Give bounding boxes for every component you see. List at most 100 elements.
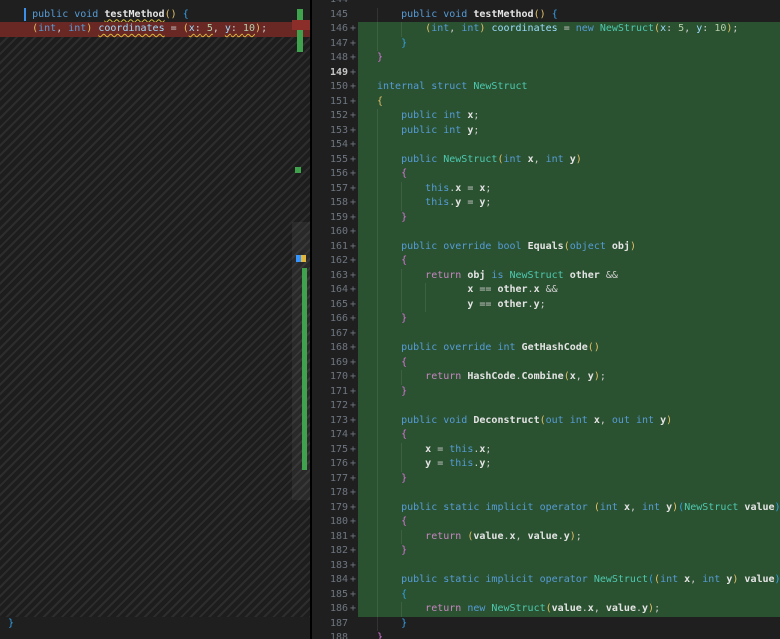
- line-number[interactable]: 165: [312, 298, 348, 313]
- line-number[interactable]: 145: [312, 8, 348, 23]
- code-line-172[interactable]: 172+: [312, 399, 780, 414]
- line-number[interactable]: 181: [312, 530, 348, 545]
- code-line-148[interactable]: 148+}: [312, 51, 780, 66]
- code-line-170[interactable]: 170+ return HashCode.Combine(x, y);: [312, 370, 780, 385]
- code-line-169[interactable]: 169+ {: [312, 356, 780, 371]
- line-number[interactable]: 159: [312, 211, 348, 226]
- line-number[interactable]: 148: [312, 51, 348, 66]
- original-code-pane[interactable]: public void testMethod() { (int, int) co…: [0, 0, 310, 639]
- line-number[interactable]: 163: [312, 269, 348, 284]
- line-number[interactable]: 173: [312, 414, 348, 429]
- code-line-145[interactable]: 145 public void testMethod() {: [312, 8, 780, 23]
- line-number[interactable]: 154: [312, 138, 348, 153]
- code-text: return obj is NewStruct other &&: [377, 269, 780, 284]
- line-number[interactable]: 150: [312, 80, 348, 95]
- line-number[interactable]: 187: [312, 617, 348, 632]
- line-number[interactable]: 144: [312, 0, 348, 8]
- line-number[interactable]: 183: [312, 559, 348, 574]
- code-line-165[interactable]: 165+ y == other.y;: [312, 298, 780, 313]
- code-line-179[interactable]: 179+ public static implicit operator (in…: [312, 501, 780, 516]
- code-line-162[interactable]: 162+ {: [312, 254, 780, 269]
- line-number[interactable]: 179: [312, 501, 348, 516]
- line-number[interactable]: 160: [312, 225, 348, 240]
- line-number[interactable]: 157: [312, 182, 348, 197]
- code-line-181[interactable]: 181+ return (value.x, value.y);: [312, 530, 780, 545]
- code-line-144[interactable]: 144: [312, 0, 780, 8]
- code-line-163[interactable]: 163+ return obj is NewStruct other &&: [312, 269, 780, 284]
- line-number[interactable]: 169: [312, 356, 348, 371]
- line-number[interactable]: 158: [312, 196, 348, 211]
- code-line-171[interactable]: 171+ }: [312, 385, 780, 400]
- line-number[interactable]: 156: [312, 167, 348, 182]
- line-number[interactable]: 161: [312, 240, 348, 255]
- code-line-185[interactable]: 185+ {: [312, 588, 780, 603]
- code-line-161[interactable]: 161+ public override bool Equals(object …: [312, 240, 780, 255]
- code-line-168[interactable]: 168+ public override int GetHashCode(): [312, 341, 780, 356]
- line-number[interactable]: 184: [312, 573, 348, 588]
- code-line-150[interactable]: 150+internal struct NewStruct: [312, 80, 780, 95]
- line-number[interactable]: 174: [312, 428, 348, 443]
- code-line-146[interactable]: 146+ (int, int) coordinates = new NewStr…: [312, 22, 780, 37]
- code-line-151[interactable]: 151+{: [312, 95, 780, 110]
- line-number[interactable]: 172: [312, 399, 348, 414]
- line-number[interactable]: 186: [312, 602, 348, 617]
- code-line-175[interactable]: 175+ x = this.x;: [312, 443, 780, 458]
- code-line-180[interactable]: 180+ {: [312, 515, 780, 530]
- line-number[interactable]: 147: [312, 37, 348, 52]
- code-line-157[interactable]: 157+ this.x = x;: [312, 182, 780, 197]
- code-line-156[interactable]: 156+ {: [312, 167, 780, 182]
- code-line-184[interactable]: 184+ public static implicit operator New…: [312, 573, 780, 588]
- code-line-147[interactable]: 147+ }: [312, 37, 780, 52]
- line-number[interactable]: 175: [312, 443, 348, 458]
- line-number[interactable]: 177: [312, 472, 348, 487]
- line-number[interactable]: 185: [312, 588, 348, 603]
- modified-code-pane[interactable]: 144145 public void testMethod() {146+ (i…: [312, 0, 780, 639]
- code-text: [377, 399, 780, 414]
- line-number[interactable]: 155: [312, 153, 348, 168]
- code-line-186[interactable]: 186+ return new NewStruct(value.x, value…: [312, 602, 780, 617]
- line-number[interactable]: 180: [312, 515, 348, 530]
- code-line-182[interactable]: 182+ }: [312, 544, 780, 559]
- code-line-160[interactable]: 160+: [312, 225, 780, 240]
- line-number[interactable]: 170: [312, 370, 348, 385]
- code-line-188[interactable]: 188}: [312, 631, 780, 639]
- indent-guide: [377, 515, 378, 530]
- code-line-159[interactable]: 159+ }: [312, 211, 780, 226]
- code-line-177[interactable]: 177+ }: [312, 472, 780, 487]
- code-line-164[interactable]: 164+ x == other.x &&: [312, 283, 780, 298]
- line-number[interactable]: 146: [312, 22, 348, 37]
- code-line-154[interactable]: 154+: [312, 138, 780, 153]
- line-number[interactable]: 162: [312, 254, 348, 269]
- scrollbar-thumb[interactable]: [292, 222, 310, 500]
- code-line-178[interactable]: 178+: [312, 486, 780, 501]
- line-number[interactable]: 176: [312, 457, 348, 472]
- code-line-155[interactable]: 155+ public NewStruct(int x, int y): [312, 153, 780, 168]
- line-number[interactable]: 164: [312, 283, 348, 298]
- deleted-code-line[interactable]: (int, int) coordinates = (x: 5, y: 10);: [0, 22, 310, 37]
- line-number[interactable]: 188: [312, 631, 348, 639]
- code-line-174[interactable]: 174+ {: [312, 428, 780, 443]
- line-number[interactable]: 151: [312, 95, 348, 110]
- code-line-176[interactable]: 176+ y = this.y;: [312, 457, 780, 472]
- overview-ruler[interactable]: [292, 0, 310, 639]
- line-number[interactable]: 149: [312, 66, 348, 81]
- code-line-149[interactable]: 149+: [312, 66, 780, 81]
- line-number[interactable]: 168: [312, 341, 348, 356]
- line-number[interactable]: 182: [312, 544, 348, 559]
- code-line-167[interactable]: 167+: [312, 327, 780, 342]
- code-line-173[interactable]: 173+ public void Deconstruct(out int x, …: [312, 414, 780, 429]
- line-number[interactable]: 178: [312, 486, 348, 501]
- code-line-166[interactable]: 166+ }: [312, 312, 780, 327]
- code-line-187[interactable]: 187 }: [312, 617, 780, 632]
- line-number[interactable]: 153: [312, 124, 348, 139]
- line-number[interactable]: 171: [312, 385, 348, 400]
- line-number[interactable]: 166: [312, 312, 348, 327]
- code-line-152[interactable]: 152+ public int x;: [312, 109, 780, 124]
- line-number[interactable]: 152: [312, 109, 348, 124]
- code-line-153[interactable]: 153+ public int y;: [312, 124, 780, 139]
- code-line[interactable]: }: [0, 617, 310, 632]
- code-line-158[interactable]: 158+ this.y = y;: [312, 196, 780, 211]
- line-number[interactable]: 167: [312, 327, 348, 342]
- code-line[interactable]: public void testMethod() {: [0, 8, 310, 23]
- code-line-183[interactable]: 183+: [312, 559, 780, 574]
